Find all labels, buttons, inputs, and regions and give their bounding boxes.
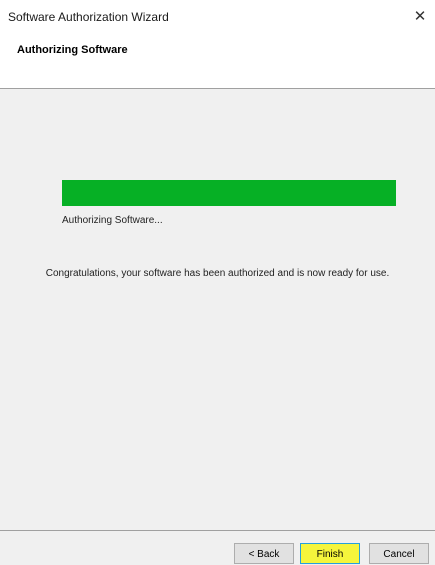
page-title: Authorizing Software (17, 44, 128, 56)
header-divider (0, 88, 435, 89)
status-text: Authorizing Software... (62, 215, 163, 226)
progress-bar-fill (62, 180, 396, 206)
cancel-button[interactable]: Cancel (369, 543, 429, 564)
success-message: Congratulations, your software has been … (45, 268, 390, 279)
close-icon[interactable]: ✕ (405, 4, 435, 30)
wizard-header: Authorizing Software (0, 30, 435, 88)
finish-button[interactable]: Finish (300, 543, 360, 564)
window-title: Software Authorization Wizard (8, 10, 169, 24)
footer-divider (0, 530, 435, 531)
wizard-window: Software Authorization Wizard ✕ Authoriz… (0, 0, 435, 565)
back-button[interactable]: < Back (234, 543, 294, 564)
title-bar: Software Authorization Wizard ✕ (0, 4, 435, 30)
progress-bar (62, 180, 396, 206)
